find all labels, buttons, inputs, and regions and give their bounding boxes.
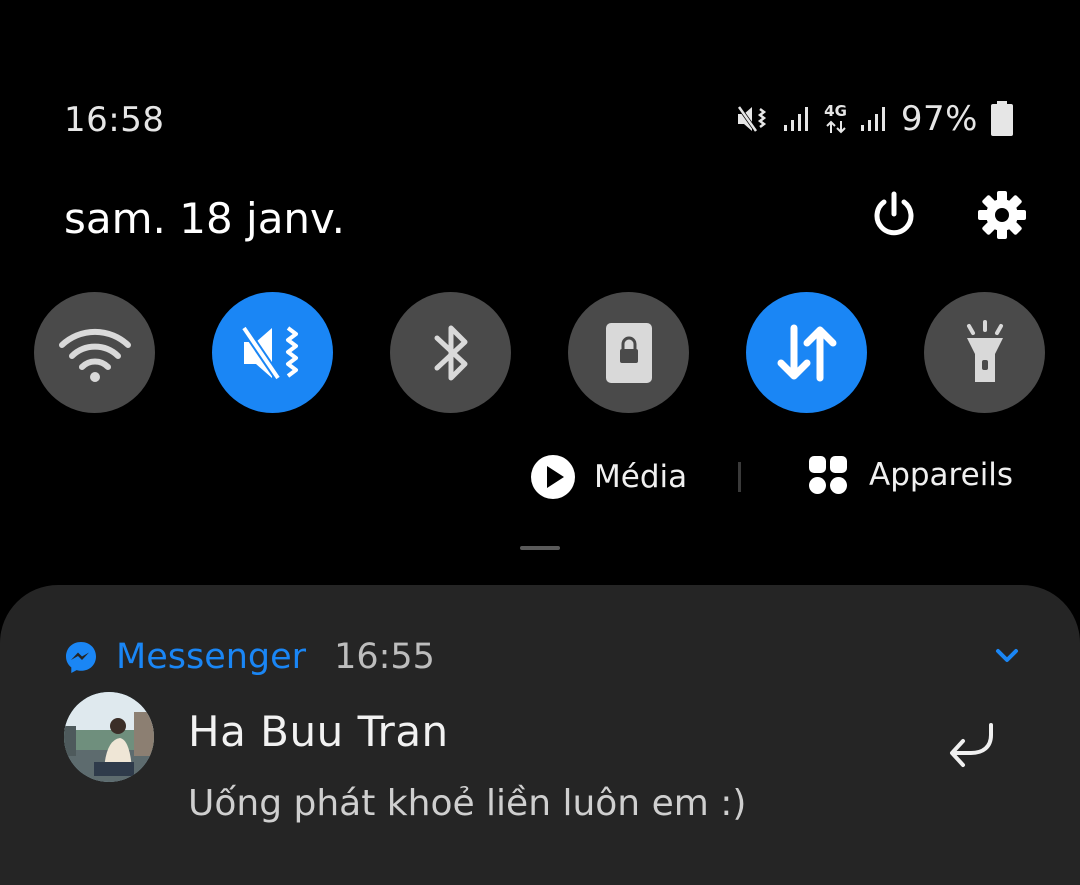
notification-header: Messenger 16:55 bbox=[64, 635, 435, 679]
vibrate-status-icon bbox=[736, 104, 770, 134]
bluetooth-tile[interactable] bbox=[390, 292, 511, 413]
messenger-notification[interactable]: Messenger 16:55 Ha Buu Tran Uống phát kh… bbox=[0, 585, 1080, 885]
settings-button[interactable] bbox=[975, 188, 1029, 242]
date-label: sam. 18 janv. bbox=[64, 194, 345, 243]
rotation-lock-icon bbox=[605, 322, 652, 383]
media-devices-row: Média Appareils bbox=[0, 450, 1080, 506]
settings-gear-icon bbox=[978, 191, 1026, 239]
battery-percentage: 97% bbox=[900, 99, 978, 139]
media-button[interactable]: Média bbox=[530, 454, 687, 500]
status-bar-time: 16:58 bbox=[64, 100, 165, 140]
network-type-label: 4G bbox=[824, 101, 847, 120]
avatar bbox=[64, 692, 154, 782]
bluetooth-icon bbox=[434, 325, 467, 380]
media-label: Média bbox=[594, 459, 688, 495]
expand-notification-button[interactable] bbox=[990, 641, 1024, 671]
reply-button[interactable] bbox=[945, 717, 1001, 773]
devices-label: Appareils bbox=[869, 457, 1014, 493]
vibrate-icon bbox=[240, 325, 298, 380]
vibrate-tile[interactable] bbox=[212, 292, 333, 413]
messenger-icon bbox=[66, 642, 96, 673]
wifi-icon bbox=[58, 328, 131, 382]
mobile-data-icon bbox=[777, 324, 836, 381]
battery-icon bbox=[990, 101, 1014, 137]
devices-grid-icon bbox=[809, 456, 847, 494]
notification-time: 16:55 bbox=[334, 637, 435, 677]
quick-settings-row bbox=[0, 292, 1080, 413]
media-divider bbox=[738, 462, 741, 492]
power-icon bbox=[874, 191, 914, 236]
wifi-tile[interactable] bbox=[34, 292, 155, 413]
rotation-lock-tile[interactable] bbox=[568, 292, 689, 413]
notification-app-name: Messenger bbox=[116, 637, 307, 677]
network-4g-icon: 4G bbox=[824, 101, 847, 135]
signal-icon bbox=[859, 105, 889, 133]
flashlight-icon bbox=[966, 319, 1003, 382]
status-bar-icons: 4G 97% bbox=[736, 97, 1014, 141]
notification-sender: Ha Buu Tran bbox=[188, 707, 449, 756]
flashlight-tile[interactable] bbox=[924, 292, 1045, 413]
devices-button[interactable]: Appareils bbox=[807, 454, 1013, 496]
notification-message: Uống phát khoẻ liền luôn em :) bbox=[188, 783, 747, 824]
power-button[interactable] bbox=[869, 190, 919, 240]
reply-icon bbox=[950, 723, 993, 767]
chevron-down-icon bbox=[996, 649, 1018, 662]
signal-icon bbox=[782, 105, 812, 133]
panel-drag-handle[interactable] bbox=[520, 546, 560, 550]
mobile-data-tile[interactable] bbox=[746, 292, 867, 413]
play-icon bbox=[531, 455, 575, 499]
